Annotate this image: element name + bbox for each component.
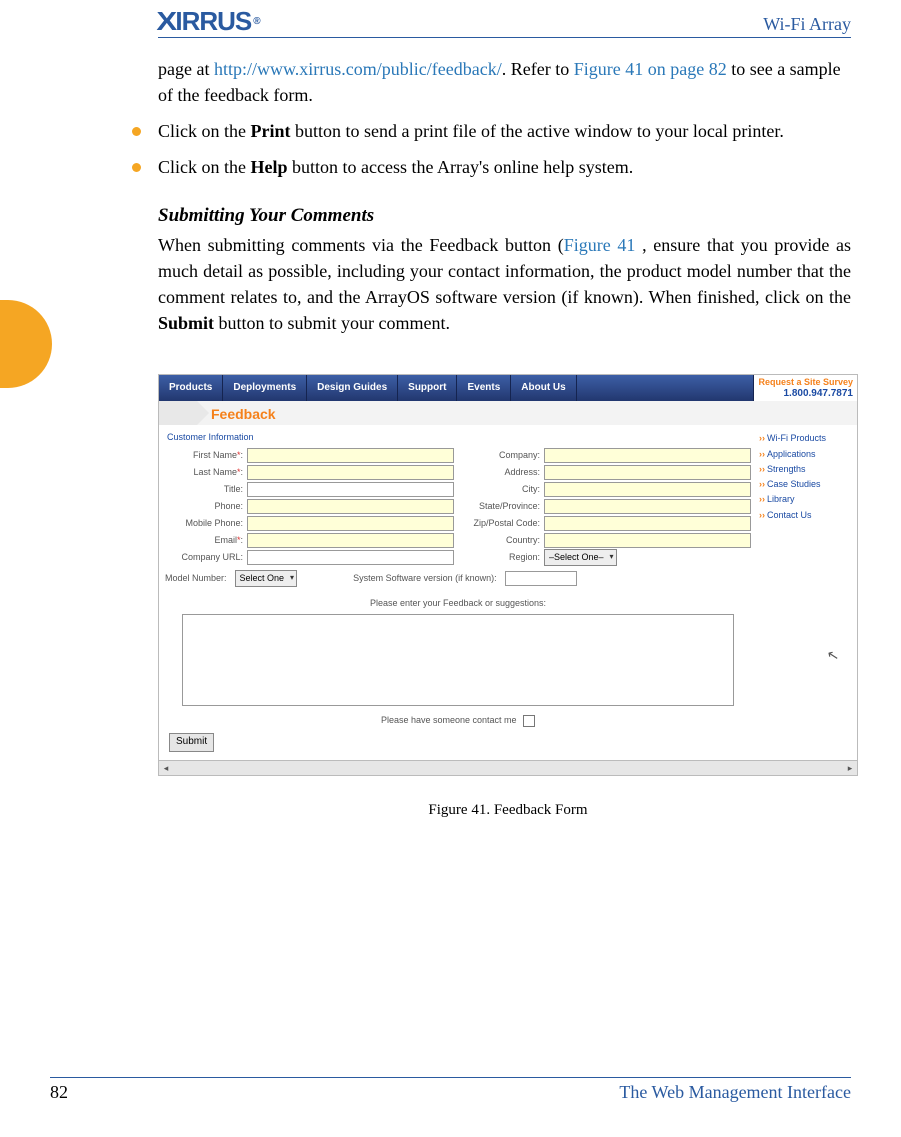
- text-input[interactable]: [247, 516, 454, 531]
- text-input[interactable]: [247, 465, 454, 480]
- field-label: State/Province:: [462, 500, 544, 513]
- contact-me-label: Please have someone contact me: [381, 715, 517, 725]
- text-input[interactable]: [544, 482, 751, 497]
- field-label: First Name*:: [165, 449, 247, 462]
- side-tab-decoration: [0, 300, 52, 388]
- bullet-item: Click on the Help button to access the A…: [124, 154, 851, 180]
- sidebar-link[interactable]: ››Case Studies: [759, 477, 851, 492]
- field-label: Company:: [462, 449, 544, 462]
- software-version-input[interactable]: [505, 571, 577, 586]
- field-label: Company URL:: [165, 551, 247, 564]
- text-input[interactable]: [247, 550, 454, 565]
- scroll-left-icon[interactable]: ◂: [159, 762, 173, 775]
- body-paragraph: When submitting comments via the Feedbac…: [158, 232, 851, 336]
- region-label: Region:: [462, 551, 544, 564]
- bullet-icon: [132, 127, 141, 136]
- figure-screenshot: ProductsDeploymentsDesign GuidesSupportE…: [158, 374, 858, 822]
- page-number: 82: [50, 1082, 68, 1103]
- request-site-survey[interactable]: Request a Site Survey1.800.947.7871: [753, 375, 857, 401]
- text-input[interactable]: [544, 516, 751, 531]
- field-label: Mobile Phone:: [165, 517, 247, 530]
- feedback-textarea-label: Please enter your Feedback or suggestion…: [165, 597, 751, 610]
- figure-caption: Figure 41. Feedback Form: [158, 800, 858, 822]
- bullet-icon: [132, 163, 141, 172]
- model-number-label: Model Number:: [165, 572, 227, 585]
- field-label: Country:: [462, 534, 544, 547]
- field-label: City:: [462, 483, 544, 496]
- nav-item[interactable]: Design Guides: [307, 375, 398, 401]
- sidebar-link[interactable]: ››Library: [759, 492, 851, 507]
- software-version-label: System Software version (if known):: [353, 572, 497, 585]
- text-input[interactable]: [544, 533, 751, 548]
- field-label: Phone:: [165, 500, 247, 513]
- figure-ref-link-2[interactable]: Figure 41: [564, 235, 642, 255]
- contact-me-checkbox[interactable]: [523, 715, 535, 727]
- text-input[interactable]: [544, 448, 751, 463]
- field-label: Email*:: [165, 534, 247, 547]
- model-number-select[interactable]: Select One: [235, 570, 298, 587]
- field-label: Zip/Postal Code:: [462, 517, 544, 530]
- sidebar-link[interactable]: ››Applications: [759, 447, 851, 462]
- text-input[interactable]: [544, 499, 751, 514]
- text-input[interactable]: [247, 482, 454, 497]
- intro-paragraph: page at http://www.xirrus.com/public/fee…: [124, 56, 851, 108]
- region-select[interactable]: –Select One–: [544, 549, 617, 566]
- header-title: Wi-Fi Array: [763, 14, 851, 35]
- field-label: Address:: [462, 466, 544, 479]
- figure-ref-link[interactable]: Figure 41 on page 82: [574, 59, 727, 79]
- sidebar-link[interactable]: ››Contact Us: [759, 508, 851, 523]
- nav-item[interactable]: Products: [159, 375, 223, 401]
- breadcrumb-arrow: [159, 401, 197, 425]
- brand-logo: XIRRUS®: [158, 6, 260, 37]
- feedback-url-link[interactable]: http://www.xirrus.com/public/feedback/: [214, 59, 502, 79]
- field-label: Title:: [165, 483, 247, 496]
- sidebar-link[interactable]: ››Strengths: [759, 462, 851, 477]
- text-input[interactable]: [247, 533, 454, 548]
- scroll-right-icon[interactable]: ▸: [843, 762, 857, 775]
- text-input[interactable]: [544, 465, 751, 480]
- nav-item[interactable]: Deployments: [223, 375, 307, 401]
- text-input[interactable]: [247, 448, 454, 463]
- chapter-title: The Web Management Interface: [619, 1082, 851, 1103]
- nav-item[interactable]: Events: [457, 375, 511, 401]
- breadcrumb-title: Feedback: [211, 404, 276, 424]
- horizontal-scrollbar[interactable]: ◂ ▸: [159, 760, 857, 775]
- feedback-textarea[interactable]: [182, 614, 735, 706]
- nav-item[interactable]: Support: [398, 375, 457, 401]
- field-label: Last Name*:: [165, 466, 247, 479]
- section-heading: Submitting Your Comments: [158, 202, 851, 230]
- submit-button[interactable]: Submit: [169, 733, 214, 752]
- text-input[interactable]: [247, 499, 454, 514]
- nav-item[interactable]: About Us: [511, 375, 576, 401]
- sidebar-link[interactable]: ››Wi-Fi Products: [759, 431, 851, 446]
- form-section-label: Customer Information: [167, 431, 751, 444]
- bullet-item: Click on the Print button to send a prin…: [124, 118, 851, 144]
